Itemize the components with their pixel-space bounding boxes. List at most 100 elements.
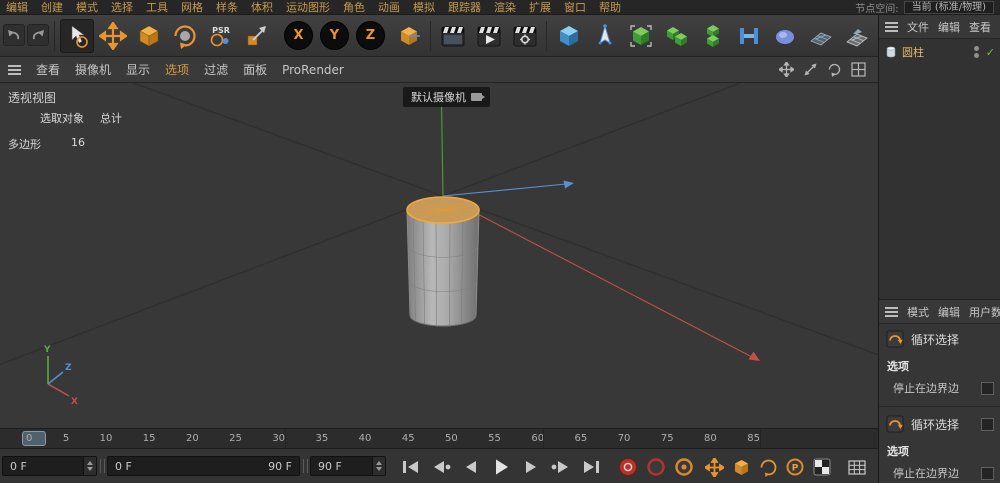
object-manager-menu-icon[interactable] [885,22,898,32]
goto-end-button[interactable] [578,457,604,476]
render-settings-button[interactable] [508,19,542,53]
menu-item[interactable]: 动画 [378,0,400,15]
play-forward-button[interactable] [488,457,514,476]
viewport-canvas[interactable]: Y X Z [0,83,878,428]
z-axis-lock-button[interactable]: Z [356,21,385,50]
simulation-button[interactable] [804,19,838,53]
perspective-viewport[interactable]: Y X Z 透视视图 默认摄像机 选取对象 总计 多边形 [0,83,878,428]
spline-modifier-icon [736,23,762,49]
viewport-menu-item[interactable]: 过滤 [204,61,228,78]
point-level-animation-toggle[interactable] [810,455,834,479]
attribute-manager-menu-icon[interactable] [885,307,898,317]
rotate-view-icon[interactable] [827,62,842,77]
spline-pen-button[interactable] [588,19,622,53]
menu-item[interactable]: 渲染 [494,0,516,15]
scale-tool-button[interactable] [132,19,166,53]
menu-item[interactable]: 网格 [181,0,203,15]
coordinate-system-button[interactable] [392,19,426,53]
next-key-button[interactable] [548,457,574,476]
viewport-menu-item[interactable]: 选项 [165,61,189,78]
timeline-tick: 65 [575,433,588,444]
next-frame-button[interactable] [518,457,544,476]
object-enabled-check[interactable] [986,46,995,59]
menu-item[interactable]: 工具 [146,0,168,15]
visibility-dots[interactable] [974,46,979,58]
move-tool-button[interactable] [96,19,130,53]
menu-item[interactable]: 编辑 [6,0,28,15]
dolly-view-icon[interactable] [803,62,818,77]
menu-item[interactable]: 样条 [216,0,238,15]
render-view-button[interactable] [436,19,470,53]
menu-item[interactable]: 跟踪器 [448,0,481,15]
last-used-tool-button[interactable] [240,19,274,53]
drag-grip[interactable] [100,459,105,473]
floor-button[interactable] [840,19,874,53]
option-row: 停止在边界边 [893,380,994,396]
stop-at-boundary-checkbox[interactable] [981,382,994,395]
menu-item[interactable]: 窗口 [564,0,586,15]
attribute-manager-menu-item[interactable]: 用户数据 [969,304,1000,320]
volume-button[interactable] [768,19,802,53]
menu-item[interactable]: 角色 [343,0,365,15]
rotate-tool-button[interactable] [168,19,202,53]
pan-view-icon[interactable] [779,62,794,77]
record-scale-toggle[interactable] [729,455,753,479]
preview-range-field[interactable]: 0 F 90 F [107,456,300,476]
clone-button[interactable] [696,19,730,53]
x-axis-lock-button[interactable]: X [284,21,313,50]
record-rotation-toggle[interactable] [756,455,780,479]
record-position-toggle[interactable] [702,455,726,479]
keyframe-selection-button[interactable] [672,455,696,479]
viewport-menu-icon[interactable] [8,65,21,75]
render-to-picture-viewer-button[interactable] [472,19,506,53]
spinner-arrows-icon[interactable] [372,457,385,475]
viewport-menu-item[interactable]: 查看 [36,61,60,78]
tool-option-checkbox[interactable] [981,418,994,431]
object-manager-menu-item[interactable]: 查看 [969,19,991,35]
cylinder-object[interactable] [407,197,479,326]
viewport-menu-item[interactable]: 摄像机 [75,61,111,78]
viewport-menu-item[interactable]: 面板 [243,61,267,78]
record-parameter-toggle[interactable]: P [783,455,807,479]
menu-item[interactable]: 模拟 [413,0,435,15]
subdivision-surface-button[interactable] [624,19,658,53]
previous-frame-button[interactable] [458,457,484,476]
max-frame-spinner[interactable]: 90 F [310,456,386,476]
timeline-grid-button[interactable] [845,455,869,479]
y-axis-lock-button[interactable]: Y [320,21,349,50]
primitive-object-button[interactable] [552,19,586,53]
live-selection-tool-button[interactable] [60,19,94,53]
current-frame-spinner[interactable]: 0 F [2,456,97,476]
attribute-manager-menu-item[interactable]: 模式 [907,304,929,320]
previous-key-button[interactable] [428,457,454,476]
autokey-toggle[interactable] [644,455,668,479]
undo-button[interactable] [3,24,25,46]
drag-grip[interactable] [303,459,308,473]
menu-item[interactable]: 选择 [111,0,133,15]
redo-button[interactable] [27,24,49,46]
attribute-manager-menu-item[interactable]: 编辑 [938,304,960,320]
menu-item[interactable]: 体积 [251,0,273,15]
timeline-ruler[interactable]: 0510152025303540455055606570758085 [0,428,878,448]
goto-start-button[interactable] [398,457,424,476]
generator-button[interactable] [660,19,694,53]
stop-at-boundary-checkbox[interactable] [981,467,994,480]
toggle-view-layout-icon[interactable] [851,62,866,77]
menu-item[interactable]: 创建 [41,0,63,15]
psr-tool-button[interactable]: PSR [204,19,238,53]
node-space-select[interactable]: 当前 (标准/物理) [904,1,994,14]
object-manager-menu-item[interactable]: 文件 [907,19,929,35]
object-manager-menu-item[interactable]: 编辑 [938,19,960,35]
camera-label-pill[interactable]: 默认摄像机 [403,87,490,107]
menu-item[interactable]: 运动图形 [286,0,330,15]
spline-modifier-button[interactable] [732,19,766,53]
menu-item[interactable]: 帮助 [599,0,621,15]
record-keyframe-button[interactable] [616,455,640,479]
menu-item[interactable]: 模式 [76,0,98,15]
spinner-arrows-icon[interactable] [83,457,96,475]
viewport-menu-item[interactable]: 显示 [126,61,150,78]
object-row[interactable]: 圆柱 [879,43,1000,61]
object-list[interactable]: 圆柱 [879,39,1000,299]
menu-item[interactable]: 扩展 [529,0,551,15]
viewport-menu-item[interactable]: ProRender [282,63,344,77]
